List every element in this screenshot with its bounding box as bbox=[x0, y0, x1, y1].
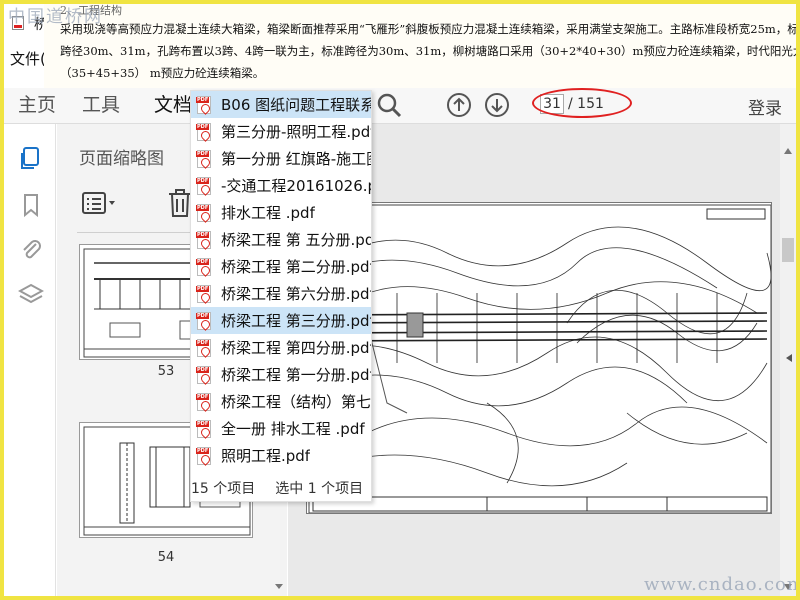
file-list-item[interactable]: 桥梁工程（结构）第七 bbox=[191, 388, 371, 415]
list-view-icon[interactable] bbox=[81, 190, 119, 218]
item-count: 15 个项目 bbox=[191, 481, 256, 497]
bookmark-icon[interactable] bbox=[18, 192, 44, 218]
file-name: 桥梁工程 第 五分册.pdf bbox=[221, 231, 371, 249]
arrow-up-circle-icon[interactable] bbox=[446, 92, 472, 118]
screenshot-frame: 桥 文件(F) 2、工程结构 采用现浇等高预应力混凝土连续大箱梁，箱梁断面推荐采… bbox=[4, 4, 796, 596]
file-list-popup: B06 图纸问题工程联系第三分册-照明工程.pdf 第一分册 红旗路-施工图 -交通… bbox=[190, 90, 372, 502]
pages-icon[interactable] bbox=[18, 146, 44, 172]
doc-paragraph-line: 采用现浇等高预应力混凝土连续大箱梁，箱梁断面推荐采用“飞雁形”斜腹板预应力混凝土… bbox=[60, 22, 796, 36]
watermark-url: www.cndao.com bbox=[644, 574, 796, 595]
pdf-file-icon bbox=[196, 176, 211, 195]
file-name: 全一册 排水工程 .pdf bbox=[221, 420, 365, 438]
file-list-item[interactable]: 桥梁工程 第四分册.pdf bbox=[191, 334, 371, 361]
pdf-file-icon bbox=[196, 419, 211, 438]
thumbnail-page-number: 54 bbox=[157, 550, 175, 565]
file-name: B06 图纸问题工程联系 bbox=[221, 96, 371, 114]
pdf-file-icon bbox=[196, 284, 211, 303]
file-name: 照明工程.pdf bbox=[221, 447, 311, 465]
file-list-item[interactable]: -交通工程20161026.pdf bbox=[191, 172, 371, 199]
file-list: B06 图纸问题工程联系第三分册-照明工程.pdf 第一分册 红旗路-施工图 -交通… bbox=[191, 91, 371, 469]
login-button[interactable]: 登录 bbox=[748, 94, 782, 119]
pdf-file-icon bbox=[196, 392, 211, 411]
thumbnail-panel-title: 页面缩略图 bbox=[79, 149, 164, 169]
highlight-ellipse bbox=[532, 88, 632, 118]
tab-home[interactable]: 主页 bbox=[18, 90, 56, 117]
file-list-item[interactable]: 第一分册 红旗路-施工图 bbox=[191, 145, 371, 172]
pdf-file-icon bbox=[196, 338, 211, 357]
file-list-item[interactable]: 桥梁工程 第一分册.pdf bbox=[191, 361, 371, 388]
pdf-file-icon bbox=[196, 122, 211, 141]
scrollbar-thumb[interactable] bbox=[782, 238, 794, 262]
file-list-item[interactable]: 桥梁工程 第三分册.pdf bbox=[191, 307, 371, 334]
pdf-file-icon bbox=[196, 446, 211, 465]
doc-heading: 2、工程结构 bbox=[60, 4, 122, 17]
file-list-item[interactable]: 排水工程 .pdf bbox=[191, 199, 371, 226]
document-scrollbar[interactable] bbox=[780, 124, 796, 596]
file-name: 第三分册-照明工程.pdf bbox=[221, 123, 371, 141]
file-name: 桥梁工程 第二分册.pdf bbox=[221, 258, 371, 276]
pasted-document-text: 2、工程结构 采用现浇等高预应力混凝土连续大箱梁，箱梁断面推荐采用“飞雁形”斜腹… bbox=[44, 4, 796, 88]
pdf-file-icon bbox=[196, 257, 211, 276]
sidebar-rail bbox=[4, 124, 56, 596]
arrow-down-circle-icon[interactable] bbox=[484, 92, 510, 118]
pdf-file-icon bbox=[196, 230, 211, 249]
pdf-toolbar: 主页 工具 文档 31/ 151 登录 bbox=[4, 88, 796, 124]
file-name: 桥梁工程 第六分册.pdf bbox=[221, 285, 371, 303]
file-list-item[interactable]: 桥梁工程 第二分册.pdf bbox=[191, 253, 371, 280]
file-list-item[interactable]: 第三分册-照明工程.pdf bbox=[191, 118, 371, 145]
file-name: -交通工程20161026.pdf bbox=[221, 177, 371, 195]
explorer-header: 桥 文件(F) 2、工程结构 采用现浇等高预应力混凝土连续大箱梁，箱梁断面推荐采… bbox=[4, 4, 796, 88]
doc-paragraph-line: 跨径30m、31m，孔跨布置以3跨、4跨一联为主，标准跨径为30m、31m，柳树… bbox=[60, 44, 796, 58]
file-name: 桥梁工程 第四分册.pdf bbox=[221, 339, 371, 357]
engineering-drawing bbox=[306, 202, 772, 514]
file-name: 桥梁工程 第一分册.pdf bbox=[221, 366, 371, 384]
pdf-file-icon bbox=[196, 311, 211, 330]
pdf-file-icon bbox=[196, 95, 211, 114]
file-list-item[interactable]: 桥梁工程 第六分册.pdf bbox=[191, 280, 371, 307]
file-list-item[interactable]: B06 图纸问题工程联系 bbox=[191, 91, 371, 118]
file-name: 桥梁工程（结构）第七 bbox=[221, 393, 371, 411]
pdf-file-icon bbox=[196, 203, 211, 222]
file-name: 第一分册 红旗路-施工图 bbox=[221, 150, 371, 168]
doc-paragraph-line: （35+45+35） m预应力砼连续箱梁。 bbox=[60, 66, 265, 80]
watermark-logo: 中国道桥网 bbox=[8, 7, 103, 27]
file-list-item[interactable]: 全一册 排水工程 .pdf bbox=[191, 415, 371, 442]
file-name: 排水工程 .pdf bbox=[221, 204, 315, 222]
tab-tools[interactable]: 工具 bbox=[82, 90, 120, 117]
file-name: 桥梁工程 第三分册.pdf bbox=[221, 312, 371, 330]
pdf-file-icon bbox=[196, 149, 211, 168]
selected-count: 选中 1 个项目 bbox=[275, 481, 364, 497]
file-list-status-bar: 15 个项目 选中 1 个项目 bbox=[191, 475, 371, 501]
tab-document[interactable]: 文档 bbox=[154, 90, 192, 117]
search-icon[interactable] bbox=[376, 92, 402, 118]
file-list-item[interactable]: 桥梁工程 第 五分册.pdf bbox=[191, 226, 371, 253]
file-list-item[interactable]: 照明工程.pdf bbox=[191, 442, 371, 469]
pdf-file-icon bbox=[196, 365, 211, 384]
paperclip-icon[interactable] bbox=[18, 236, 44, 262]
layers-icon[interactable] bbox=[17, 282, 45, 308]
